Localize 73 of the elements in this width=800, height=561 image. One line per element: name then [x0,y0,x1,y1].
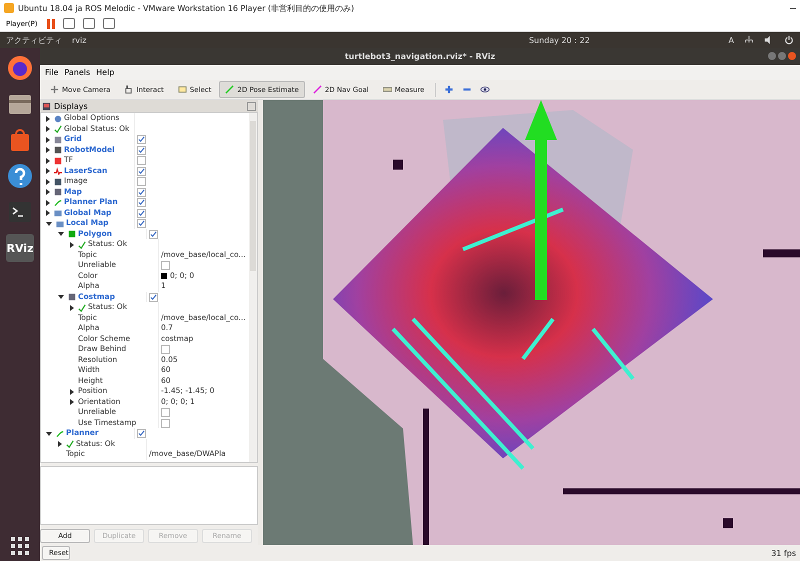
pause-icon[interactable] [47,18,56,28]
expand-arrow-icon[interactable] [46,136,50,143]
expand-arrow-icon[interactable] [46,178,50,185]
expand-arrow-icon[interactable] [58,295,64,300]
rviz-app-icon[interactable]: RViz [6,234,34,262]
checkbox[interactable] [161,408,170,418]
expand-arrow-icon[interactable] [70,388,74,395]
hand-icon [124,85,134,94]
checkbox[interactable] [137,219,146,228]
checkbox[interactable] [137,429,146,438]
display-icon [68,293,76,302]
monitor-icon [42,102,51,111]
window-title: turtlebot3_navigation.rviz* - RViz [344,52,496,61]
fps-counter: 31 fps [771,548,796,558]
checkbox[interactable] [149,230,158,239]
color-swatch[interactable] [161,273,167,280]
path-line-icon [54,198,62,207]
expand-arrow-icon[interactable] [58,232,64,236]
expand-arrow-icon[interactable] [46,222,52,226]
checkbox[interactable] [137,188,146,197]
checkbox[interactable] [137,208,146,218]
checkbox[interactable] [137,198,146,208]
power-icon[interactable] [784,35,794,45]
checkbox[interactable] [161,261,170,270]
expand-arrow-icon[interactable] [46,147,50,154]
ruler-icon [382,85,392,94]
checkmark-icon [66,440,74,448]
menu-item[interactable]: Help [96,68,114,77]
checkbox[interactable] [137,135,146,144]
menu-item[interactable]: File [45,68,58,77]
network-icon[interactable] [744,35,754,45]
expand-arrow-icon[interactable] [46,200,50,206]
checkmark-icon [78,304,86,312]
menu-item[interactable]: Panels [64,68,90,77]
checkmark-icon [78,240,86,249]
expand-arrow-icon[interactable] [70,242,74,248]
costmap-visualization-drawing[interactable] [263,100,800,545]
expand-arrow-icon[interactable] [46,168,50,174]
expand-arrow-icon[interactable] [46,432,52,436]
expand-arrow-icon[interactable] [70,399,74,406]
panel-title: Displays [54,102,88,111]
display-icon [54,114,62,123]
add-tool-icon[interactable] [444,85,454,94]
expand-arrow-icon[interactable] [46,116,50,122]
scrollbar[interactable] [249,113,257,462]
checkbox[interactable] [161,345,170,354]
activities-button[interactable]: アクティビティ [6,34,62,46]
checkbox[interactable] [137,177,146,186]
checkbox[interactable] [137,146,146,155]
window-title: Ubuntu 18.04 ja ROS Melodic - VMware Workstation 16 Player (非営利目的の使用のみ) [18,2,356,14]
rectangle-icon [178,85,187,94]
move-cross-icon [50,85,59,94]
checkbox[interactable] [137,156,146,166]
path-line-icon [56,430,64,438]
expand-arrow-icon[interactable] [46,210,50,216]
checkbox[interactable] [137,166,146,176]
expand-arrow-icon[interactable] [70,304,74,311]
checkbox[interactable] [161,418,170,428]
browser-icon[interactable] [6,54,34,82]
expand-arrow-icon[interactable] [58,441,62,448]
checkmark-icon [54,125,62,134]
expand-arrow-icon[interactable] [46,126,50,132]
app-grid-icon[interactable] [11,537,29,555]
expand-arrow-icon[interactable] [46,189,50,196]
app-menu[interactable]: rviz [72,36,390,44]
expand-arrow-icon[interactable] [46,158,50,164]
help-icon[interactable] [6,162,34,190]
eye-icon[interactable] [480,85,490,94]
input-method-menu[interactable]: A [728,36,734,44]
checkbox[interactable] [149,292,158,302]
display-icon [68,230,76,238]
window-controls-icon[interactable] [768,52,796,60]
clock[interactable]: Sunday 20：22 [400,34,719,46]
